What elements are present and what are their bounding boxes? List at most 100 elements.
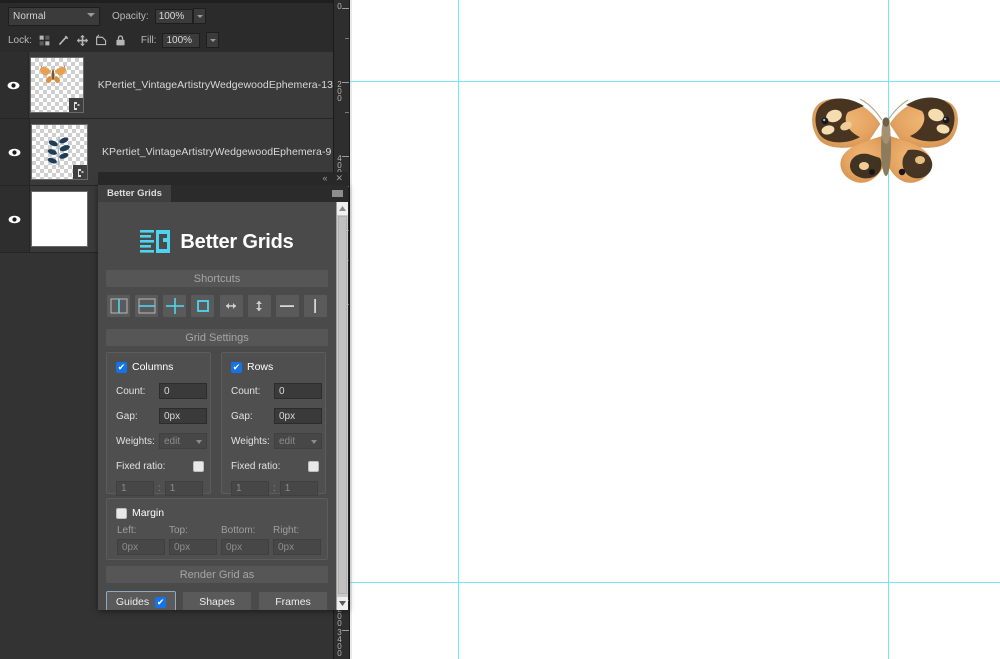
render-frames-label: Frames (275, 596, 311, 608)
eye-icon (8, 215, 21, 223)
columns-checkbox[interactable]: ✔ (116, 361, 127, 373)
vertical-distribute-icon[interactable] (246, 294, 272, 318)
layer-thumbnail-1[interactable] (29, 57, 84, 113)
rows-weights-select[interactable]: edit (274, 433, 322, 449)
cross-center-guides-icon[interactable] (162, 294, 188, 318)
lock-all-icon[interactable] (114, 34, 127, 47)
columns-weights-label: Weights: (116, 435, 155, 447)
grid-settings-header: Grid Settings (106, 329, 328, 346)
panel-dock-bar: « ✕ (98, 172, 348, 185)
rows-gap-input[interactable]: 0px (274, 408, 322, 424)
panel-scrollbar[interactable] (336, 202, 348, 610)
rows-ratio-a[interactable]: 1 (231, 480, 269, 496)
link-icon (70, 100, 81, 110)
layer-name-2[interactable]: KPertiet_VintageArtistryWedgewoodEphemer… (102, 146, 331, 158)
lock-image-pixels-icon[interactable] (57, 34, 70, 47)
margin-right-input[interactable]: 0px (273, 539, 321, 555)
vertical-line-icon[interactable] (302, 294, 328, 318)
columns-fixed-ratio-row[interactable]: Fixed ratio: (116, 458, 204, 474)
render-button-row: Guides ✔ Shapes Frames (106, 591, 328, 610)
table-row[interactable]: KPertiet_VintageArtistryWedgewoodEphemer… (0, 52, 333, 119)
columns-group: ✔ Columns Count: 0 Gap: 0px Weights: edi… (106, 352, 211, 496)
layer-thumbnail-2[interactable] (31, 124, 88, 180)
margin-checkbox[interactable] (116, 507, 127, 519)
columns-ratio-inputs: 1 : 1 (116, 480, 210, 496)
ruler-label-0: 0 (335, 2, 344, 9)
panel-menu-icon[interactable] (332, 190, 343, 197)
lock-transparent-pixels-icon[interactable] (38, 34, 51, 47)
layer-name-1[interactable]: KPertiet_VintageArtistryWedgewoodEphemer… (98, 79, 333, 91)
tab-better-grids[interactable]: Better Grids (98, 185, 171, 202)
rows-fixed-ratio-row[interactable]: Fixed ratio: (231, 458, 319, 474)
columns-count-input[interactable]: 0 (159, 383, 207, 399)
layer-visibility-toggle-3[interactable] (0, 186, 30, 252)
opacity-value[interactable]: 100% (154, 8, 193, 24)
horizontal-distribute-icon[interactable] (218, 294, 244, 318)
panel-branding: Better Grids (98, 224, 336, 260)
blend-mode-row: Normal Opacity: 100% (0, 5, 333, 27)
panel-body: Better Grids Shortcuts Grid Settings ✔ C… (98, 202, 348, 610)
better-grids-panel[interactable]: « ✕ Better Grids Better Grids Shortcuts … (98, 172, 348, 610)
lock-label: Lock: (8, 34, 32, 46)
layer-link-badge-1[interactable] (68, 98, 83, 112)
render-shapes-button[interactable]: Shapes (182, 591, 252, 610)
collapse-icon[interactable]: « (322, 174, 327, 183)
ruler-label-200: 200 (335, 80, 344, 101)
guide-horizontal-1[interactable] (350, 81, 1000, 82)
margin-left-input[interactable]: 0px (117, 539, 165, 555)
fill-stepper-icon[interactable] (206, 32, 220, 48)
rows-group: ✔ Rows Count: 0 Gap: 0px Weights: edit F… (221, 352, 326, 496)
rows-checkbox[interactable]: ✔ (231, 361, 242, 373)
columns-weights-row: Weights: edit (116, 432, 210, 450)
rows-count-input[interactable]: 0 (274, 383, 322, 399)
rows-enable-row[interactable]: ✔ Rows (231, 359, 325, 375)
vertical-center-guide-icon[interactable] (106, 294, 131, 318)
shortcuts-header-label: Shortcuts (193, 272, 241, 285)
margin-enable-row[interactable]: Margin (116, 505, 327, 521)
columns-fixed-ratio-checkbox[interactable] (193, 460, 204, 472)
horizontal-line-icon[interactable] (274, 294, 300, 318)
lock-position-icon[interactable] (76, 34, 89, 47)
scroll-down-arrow-icon[interactable] (337, 597, 348, 610)
render-frames-button[interactable]: Frames (258, 591, 328, 610)
rows-count-row: Count: 0 (231, 382, 325, 400)
ruler-label-3400: 3400 (335, 628, 344, 656)
page-title: Better Grids (180, 230, 294, 253)
rows-ratio-separator: : (273, 482, 276, 494)
columns-ratio-a[interactable]: 1 (116, 480, 154, 496)
margin-right-label: Right: (273, 525, 300, 536)
guide-horizontal-2[interactable] (350, 582, 1000, 583)
rows-fixed-ratio-checkbox[interactable] (308, 460, 319, 472)
blend-mode-select[interactable]: Normal (8, 6, 100, 26)
blend-mode-value: Normal (13, 10, 46, 22)
layer-link-badge-2[interactable] (73, 165, 87, 179)
margin-label: Margin (132, 507, 165, 519)
layer-visibility-toggle-2[interactable] (0, 119, 30, 185)
margin-bottom-input[interactable]: 0px (221, 539, 269, 555)
columns-weights-select[interactable]: edit (159, 433, 207, 449)
opacity-stepper-icon[interactable] (192, 8, 206, 24)
fill-value[interactable]: 100% (162, 32, 201, 48)
horizontal-center-guide-icon[interactable] (134, 294, 160, 318)
rectangle-frame-icon[interactable] (190, 294, 216, 318)
columns-count-label: Count: (116, 385, 146, 397)
shortcut-button-row (106, 294, 328, 318)
layer-thumbnail-3[interactable] (31, 191, 88, 247)
render-guides-checkbox[interactable]: ✔ (155, 596, 167, 608)
scroll-up-arrow-icon[interactable] (337, 202, 348, 215)
columns-ratio-b[interactable]: 1 (164, 480, 203, 496)
render-shapes-label: Shapes (199, 596, 235, 608)
close-icon[interactable]: ✕ (335, 174, 343, 183)
render-guides-label: Guides (115, 596, 150, 608)
rows-ratio-b[interactable]: 1 (279, 480, 318, 496)
canvas-area[interactable] (350, 0, 1000, 659)
scrollbar-thumb[interactable] (338, 216, 347, 594)
margin-top-input[interactable]: 0px (169, 539, 217, 555)
butterfly-artwork (812, 97, 958, 183)
columns-gap-input[interactable]: 0px (159, 408, 207, 424)
columns-enable-row[interactable]: ✔ Columns (116, 359, 210, 375)
render-guides-button[interactable]: Guides ✔ (106, 591, 176, 610)
lock-artboard-nesting-icon[interactable] (95, 33, 108, 47)
layer-visibility-toggle-1[interactable] (0, 52, 29, 118)
guide-vertical-1[interactable] (458, 0, 459, 659)
